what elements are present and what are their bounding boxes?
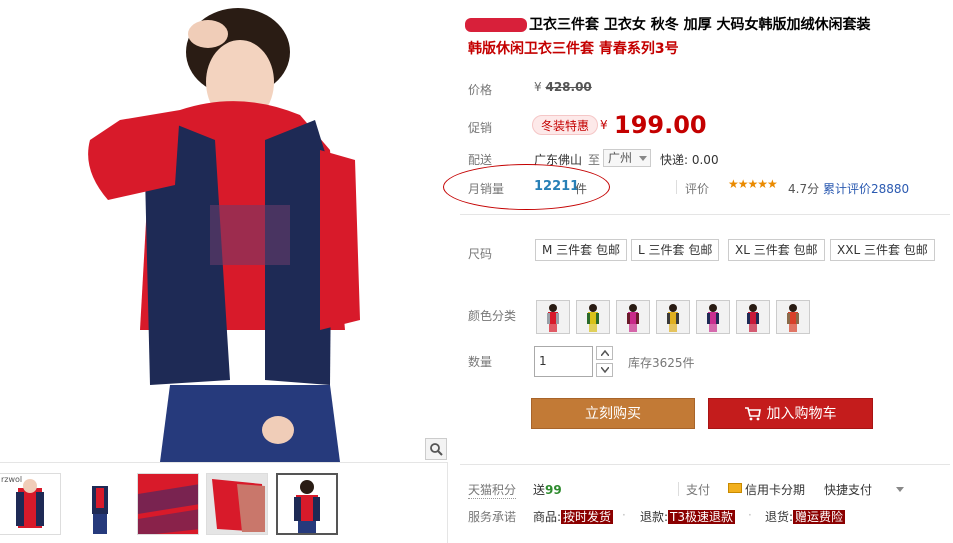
review-label: 评价 [685, 182, 710, 196]
service-label: 服务承诺 [468, 510, 517, 524]
color-option-6[interactable] [736, 300, 770, 334]
color-option-3[interactable] [616, 300, 650, 334]
chevron-up-icon [600, 350, 609, 356]
add-to-cart-button[interactable]: 加入购物车 [708, 398, 873, 429]
thumbnail-3[interactable] [137, 473, 199, 535]
color-option-4[interactable] [656, 300, 690, 334]
divider [678, 482, 679, 496]
credit-card-icon [728, 483, 742, 493]
service-shipping: 商品: 按时发货 [533, 510, 614, 524]
ship-to-word: 至 [588, 153, 601, 167]
size-label: 尺码 [468, 247, 493, 261]
product-detail: 卫衣三件套 卫衣女 秋冬 加厚 大码女韩版加绒休闲套装 韩版休闲卫衣三件套 青春… [443, 0, 950, 543]
add-to-cart-label: 加入购物车 [766, 406, 837, 422]
service-refund: 退款: T3极速退款 [640, 510, 736, 524]
color-option-2[interactable] [576, 300, 610, 334]
points-label[interactable]: 天猫积分 [468, 481, 517, 499]
color-label: 颜色分类 [468, 309, 517, 323]
thumbnail-watermark: rzwol [1, 475, 23, 484]
thumbnail-strip: rzwol [0, 462, 448, 543]
review-total-link[interactable]: 累计评价28880 [823, 180, 909, 197]
express-fee: 快递: 0.00 [660, 153, 719, 167]
zoom-button[interactable] [425, 438, 447, 460]
quantity-increase-button[interactable] [596, 346, 613, 360]
thumbnail-2[interactable] [68, 473, 130, 535]
size-option-l[interactable]: L 三件套 包邮 [631, 239, 720, 261]
review-score: 4.7分 [788, 182, 820, 196]
separator-dot: · [748, 508, 752, 522]
city-select[interactable]: 广州 [603, 149, 651, 167]
product-gallery: rzwol [0, 0, 448, 543]
thumbnail-5[interactable] [276, 473, 338, 535]
star-rating-icon: ★★★★★ [728, 177, 778, 191]
original-price: ¥ 428.00 [534, 80, 592, 94]
color-option-5[interactable] [696, 300, 730, 334]
points-value: 送99 [533, 483, 562, 497]
chevron-down-icon[interactable] [896, 487, 904, 492]
product-subtitle: 韩版休闲卫衣三件套 青春系列3号 [468, 41, 679, 57]
quantity-decrease-button[interactable] [596, 363, 613, 377]
promo-currency: ¥ [600, 118, 608, 132]
separator-dot: · [622, 508, 626, 522]
redacted-brand [465, 18, 527, 32]
thumbnail-1[interactable]: rzwol [0, 473, 61, 535]
thumbnail-4[interactable] [206, 473, 268, 535]
cart-icon [744, 407, 761, 421]
credit-card-installment[interactable]: 信用卡分期 [745, 481, 805, 498]
quantity-label: 数量 [468, 355, 493, 369]
price-label: 价格 [468, 83, 493, 97]
active-thumbnail-arrow [303, 473, 315, 475]
buy-now-button[interactable]: 立刻购买 [531, 398, 695, 429]
payment-label: 支付 [686, 483, 711, 497]
size-option-xl[interactable]: XL 三件套 包邮 [728, 239, 825, 261]
color-option-1[interactable] [536, 300, 570, 334]
size-option-xxl[interactable]: XXL 三件套 包邮 [830, 239, 935, 261]
size-option-m[interactable]: M 三件套 包邮 [535, 239, 627, 261]
monthly-sales-count: 12211 [534, 179, 580, 194]
promo-badge: 冬装特惠 [532, 115, 599, 135]
monthly-sales-label: 月销量 [468, 182, 505, 196]
divider [676, 180, 677, 194]
promo-price: 199.00 [614, 111, 707, 139]
divider [460, 214, 950, 215]
quick-payment[interactable]: 快捷支付 [824, 481, 872, 498]
product-title: 卫衣三件套 卫衣女 秋冬 加厚 大码女韩版加绒休闲套装 [465, 14, 945, 36]
chevron-down-icon [600, 367, 609, 373]
main-product-image[interactable] [0, 0, 448, 462]
monthly-sales-unit: 件 [575, 182, 588, 196]
stock-count: 库存3625件 [628, 356, 695, 370]
magnifier-icon [430, 443, 443, 456]
promo-label: 促销 [468, 121, 493, 135]
city-select-value: 广州 [608, 151, 633, 165]
divider [460, 464, 950, 465]
color-option-7[interactable] [776, 300, 810, 334]
service-return: 退货: 赠运费险 [765, 510, 846, 524]
chevron-down-icon [639, 156, 647, 161]
quantity-input[interactable]: 1 [534, 346, 593, 377]
